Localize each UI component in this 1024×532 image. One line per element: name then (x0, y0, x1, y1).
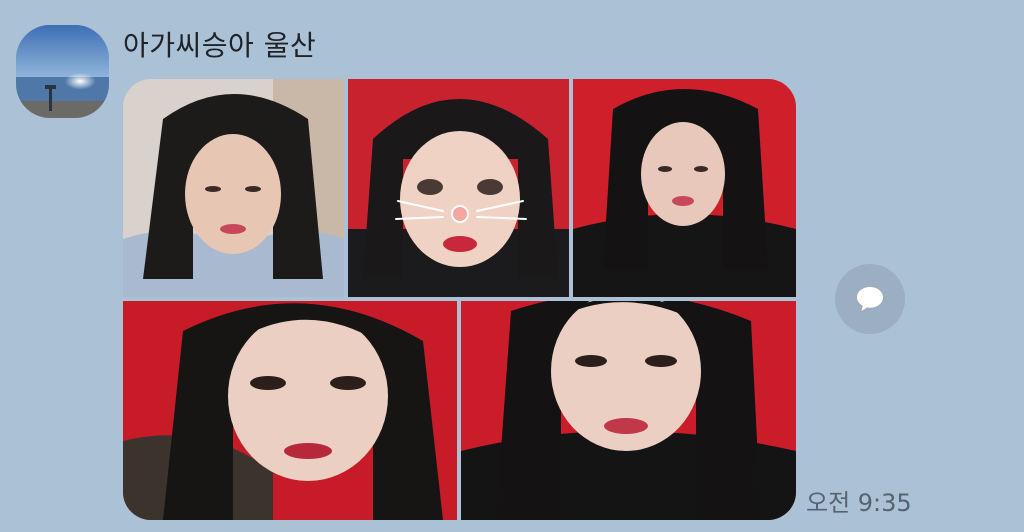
message-timestamp: 오전 9:35 (806, 489, 912, 517)
photo-thumbnail-2[interactable] (348, 79, 569, 297)
beach-sunset-avatar-icon (16, 25, 109, 118)
selfie-photo-4 (123, 301, 457, 520)
photo-grid-message[interactable] (123, 79, 796, 520)
reply-button[interactable] (835, 264, 905, 334)
selfie-photo-5 (461, 301, 796, 520)
sender-name: 아가씨승아 울산 (123, 29, 317, 62)
selfie-photo-3 (573, 79, 796, 297)
photo-thumbnail-1[interactable] (123, 79, 344, 297)
sender-avatar[interactable] (16, 25, 109, 118)
selfie-photo-1 (123, 79, 344, 297)
speech-bubble-icon (857, 287, 883, 311)
selfie-photo-2 (348, 79, 569, 297)
photo-thumbnail-4[interactable] (123, 301, 457, 520)
photo-thumbnail-3[interactable] (573, 79, 796, 297)
photo-thumbnail-5[interactable] (461, 301, 796, 520)
